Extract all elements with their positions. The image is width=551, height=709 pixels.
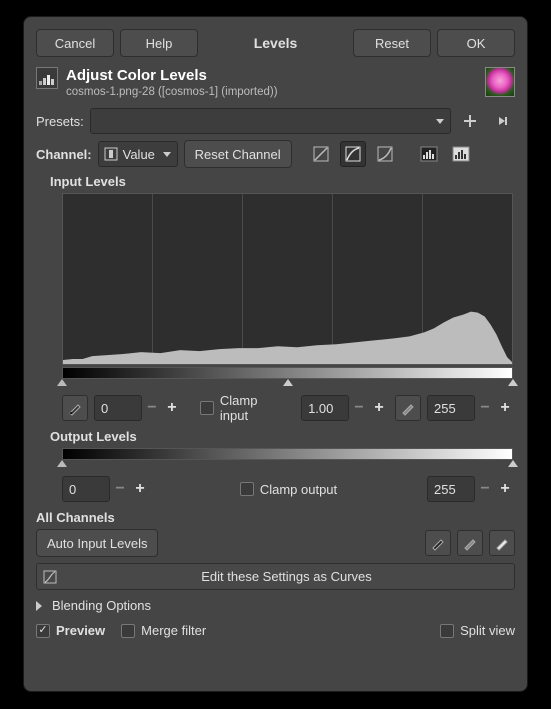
input-gradient <box>62 367 513 379</box>
header: Adjust Color Levels cosmos-1.png-28 ([co… <box>36 67 515 98</box>
all-channels-label: All Channels <box>36 510 515 525</box>
clamp-output-label: Clamp output <box>260 482 337 497</box>
preset-menu-button[interactable] <box>489 108 515 134</box>
levels-dialog: Cancel Help Levels Reset OK Adjust Color… <box>23 16 528 692</box>
input-slider[interactable] <box>62 379 513 391</box>
chevron-down-icon <box>163 152 171 157</box>
input-levels-label: Input Levels <box>50 174 515 189</box>
perceptual-histogram-button[interactable] <box>372 141 398 167</box>
channel-label: Channel: <box>36 147 92 162</box>
increment-button[interactable]: + <box>162 395 182 421</box>
decrement-button[interactable]: − <box>475 395 495 421</box>
output-slider[interactable] <box>62 460 513 472</box>
reset-button[interactable]: Reset <box>353 29 431 57</box>
output-high-value[interactable]: 255 <box>427 476 475 502</box>
decrement-button[interactable]: − <box>110 476 130 502</box>
pick-gray-all-button[interactable] <box>457 530 483 556</box>
presets-combo[interactable] <box>90 108 451 134</box>
output-low-marker[interactable] <box>57 460 67 467</box>
add-preset-button[interactable] <box>457 108 483 134</box>
presets-label: Presets: <box>36 114 84 129</box>
channel-row: Channel: Value Reset Channel <box>36 140 515 168</box>
clamp-output-checkbox[interactable] <box>240 482 254 496</box>
channel-combo[interactable]: Value <box>98 141 178 167</box>
pick-black-all-button[interactable] <box>425 530 451 556</box>
header-subtitle: cosmos-1.png-28 ([cosmos-1] (imported)) <box>66 86 477 98</box>
clamp-input-checkbox[interactable] <box>200 401 214 415</box>
tool-icon <box>36 67 58 89</box>
blending-expander[interactable]: Blending Options <box>36 598 515 613</box>
increment-button[interactable]: + <box>495 395 515 421</box>
black-point-marker[interactable] <box>57 379 67 386</box>
increment-button[interactable]: + <box>130 476 150 502</box>
output-gradient <box>62 448 513 460</box>
edit-as-curves-label: Edit these Settings as Curves <box>65 569 508 584</box>
header-title: Adjust Color Levels <box>66 67 477 84</box>
curves-icon <box>43 570 57 584</box>
value-channel-icon <box>105 148 117 160</box>
expander-triangle-icon <box>36 601 42 611</box>
dialog-button-row: Cancel Help Levels Reset OK <box>36 29 515 57</box>
decrement-button[interactable]: − <box>142 395 162 421</box>
split-view-label: Split view <box>460 623 515 638</box>
histogram[interactable] <box>62 193 513 365</box>
black-point-picker[interactable] <box>62 395 88 421</box>
gamma-marker[interactable] <box>283 379 293 386</box>
input-low-spin[interactable]: 0 − + <box>94 395 182 421</box>
preview-checkbox[interactable] <box>36 624 50 638</box>
decrement-button[interactable]: − <box>475 476 495 502</box>
white-point-marker[interactable] <box>508 379 518 386</box>
presets-row: Presets: <box>36 108 515 134</box>
output-low-value[interactable]: 0 <box>62 476 110 502</box>
dialog-title: Levels <box>204 29 347 57</box>
luminance-b-button[interactable] <box>448 141 474 167</box>
edit-as-curves-button[interactable]: Edit these Settings as Curves <box>36 563 515 590</box>
input-gamma-spin[interactable]: 1.00 − + <box>301 395 389 421</box>
input-high-value[interactable]: 255 <box>427 395 475 421</box>
channel-value: Value <box>123 147 155 162</box>
clamp-input-label: Clamp input <box>220 393 289 423</box>
merge-filter-checkbox[interactable] <box>121 624 135 638</box>
reset-channel-button[interactable]: Reset Channel <box>184 140 292 168</box>
chevron-down-icon <box>436 119 444 124</box>
ok-button[interactable]: OK <box>437 29 515 57</box>
output-low-spin[interactable]: 0 − + <box>62 476 150 502</box>
input-low-value[interactable]: 0 <box>94 395 142 421</box>
decrement-button[interactable]: − <box>349 395 369 421</box>
pick-white-all-button[interactable] <box>489 530 515 556</box>
preview-label: Preview <box>56 623 105 638</box>
increment-button[interactable]: + <box>495 476 515 502</box>
help-button[interactable]: Help <box>120 29 198 57</box>
output-high-marker[interactable] <box>508 460 518 467</box>
split-view-checkbox[interactable] <box>440 624 454 638</box>
merge-filter-label: Merge filter <box>141 623 206 638</box>
cancel-button[interactable]: Cancel <box>36 29 114 57</box>
blending-label: Blending Options <box>52 598 151 613</box>
auto-input-levels-button[interactable]: Auto Input Levels <box>36 529 158 557</box>
input-gamma-value[interactable]: 1.00 <box>301 395 349 421</box>
increment-button[interactable]: + <box>369 395 389 421</box>
log-histogram-button[interactable] <box>340 141 366 167</box>
output-high-spin[interactable]: 255 − + <box>427 476 515 502</box>
luminance-a-button[interactable] <box>416 141 442 167</box>
input-high-spin[interactable]: 255 − + <box>427 395 515 421</box>
linear-histogram-button[interactable] <box>308 141 334 167</box>
gray-point-picker[interactable] <box>395 395 421 421</box>
image-thumbnail <box>485 67 515 97</box>
output-levels-label: Output Levels <box>50 429 515 444</box>
